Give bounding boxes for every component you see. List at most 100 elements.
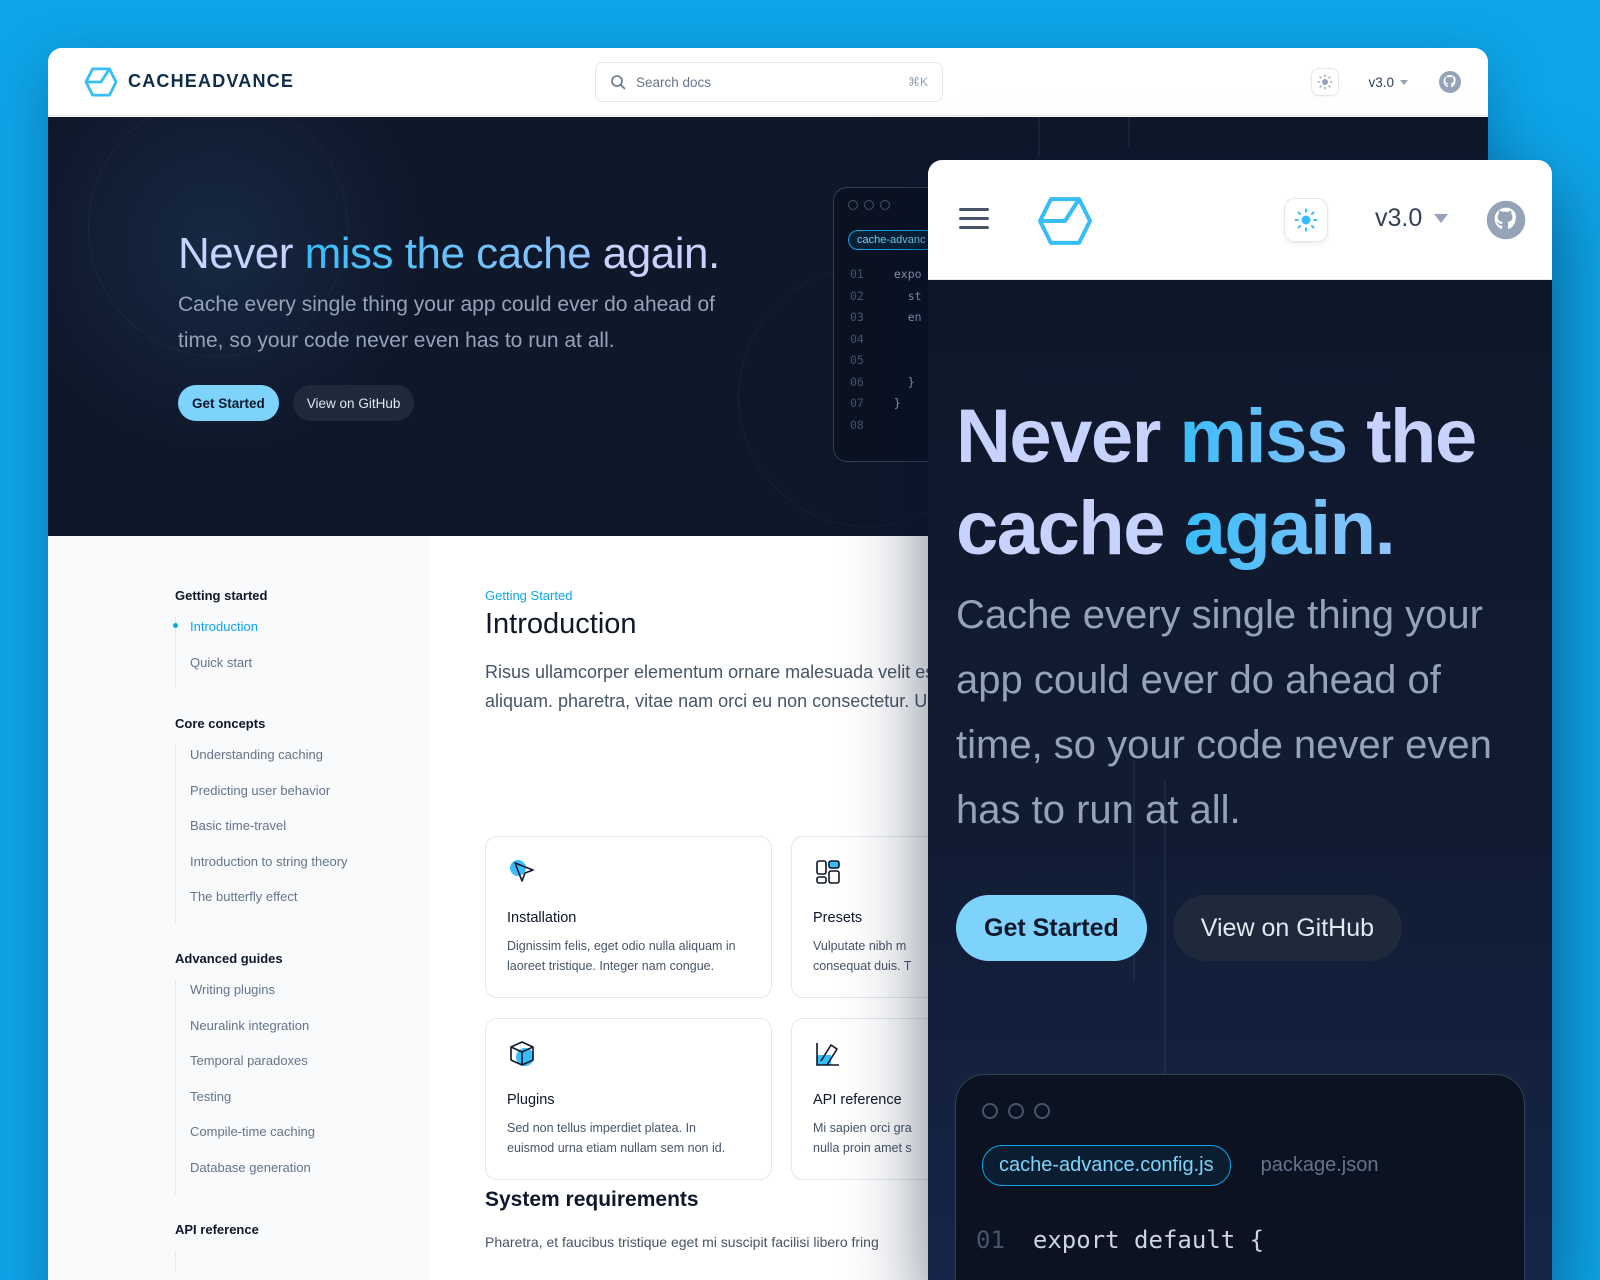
line-number: 03 bbox=[850, 310, 864, 324]
card-title: Plugins bbox=[507, 1092, 555, 1108]
nav-list: Introduction Quick start bbox=[172, 617, 267, 689]
sidebar-item[interactable]: Understanding caching bbox=[176, 745, 348, 781]
nav-section-title: Core concepts bbox=[175, 716, 266, 731]
window-dots bbox=[956, 1075, 1524, 1119]
code-tab-config[interactable]: cache-advanc bbox=[848, 230, 935, 250]
sidebar-item[interactable]: Testing bbox=[176, 1087, 315, 1123]
sidebar-item[interactable]: Database generation bbox=[176, 1158, 315, 1194]
hero-title-part: cache bbox=[956, 486, 1184, 571]
get-started-button[interactable]: Get Started bbox=[178, 385, 279, 421]
code-text: st bbox=[893, 288, 922, 303]
sidebar-item[interactable]: The butterfly effect bbox=[176, 887, 348, 923]
hexagon-logo-icon bbox=[84, 66, 118, 97]
version-label: v3.0 bbox=[1375, 204, 1423, 232]
sidebar-item[interactable]: Quick start bbox=[176, 653, 267, 689]
view-on-github-button[interactable]: View on GitHub bbox=[292, 385, 415, 421]
sidebar-item[interactable]: Basic time-travel bbox=[176, 816, 348, 852]
card-desc-line: Dignissim felis, eget odio nulla aliquam… bbox=[507, 939, 736, 953]
card-desc: Sed non tellus imperdiet platea. In euism… bbox=[507, 1118, 750, 1158]
layout-presets-icon bbox=[816, 860, 840, 884]
line-number: 01 bbox=[850, 267, 864, 281]
get-started-button[interactable]: Get Started bbox=[956, 895, 1147, 961]
hamburger-menu-icon[interactable] bbox=[959, 208, 989, 230]
nav-section: Core concepts Understanding caching Predic… bbox=[175, 716, 348, 923]
nav-section: Advanced guides Writing plugins Neuralink … bbox=[175, 951, 315, 1194]
code-text: expo bbox=[893, 267, 922, 281]
hexagon-logo-icon[interactable] bbox=[1036, 196, 1094, 246]
hero-title-part: Never bbox=[178, 229, 305, 278]
hero-title-part: the bbox=[1366, 394, 1477, 479]
version-label: v3.0 bbox=[1368, 74, 1394, 90]
line-number: 08 bbox=[850, 417, 864, 432]
card-title: Installation bbox=[507, 910, 577, 926]
nav-list bbox=[175, 1251, 259, 1271]
nav-section-title: API reference bbox=[175, 1222, 259, 1237]
card-desc-line: euismod urna etiam nullam sem non id. bbox=[507, 1141, 726, 1155]
version-select[interactable]: v3.0 bbox=[1375, 204, 1449, 233]
view-on-github-button[interactable]: View on GitHub bbox=[1172, 895, 1403, 961]
code-tab-config[interactable]: cache-advance.config.js bbox=[982, 1145, 1231, 1186]
nav-section: Getting started Introduction Quick start bbox=[172, 588, 268, 689]
sidebar-item[interactable]: Predicting user behavior bbox=[176, 781, 348, 817]
card-installation[interactable]: Installation Dignissim felis, eget odio … bbox=[485, 836, 772, 998]
card-desc-line: laoreet tristique. Integer nam congue. bbox=[507, 959, 715, 973]
mobile-code-preview: cache-advance.config.js package.json 01 … bbox=[955, 1074, 1525, 1280]
line-number: 04 bbox=[850, 331, 864, 346]
sidebar-item[interactable]: Temporal paradoxes bbox=[176, 1051, 315, 1087]
sidebar-item[interactable]: Introduction to string theory bbox=[176, 852, 348, 888]
nav-section: API reference bbox=[175, 1222, 259, 1271]
chevron-down-icon bbox=[1434, 214, 1449, 223]
hero-title-highlight: miss the cache bbox=[304, 229, 592, 278]
chevron-down-icon bbox=[1400, 79, 1408, 85]
section-eyebrow: Getting Started bbox=[485, 588, 573, 603]
code-tab-package[interactable]: package.json bbox=[1261, 1154, 1379, 1177]
code-text: en bbox=[893, 310, 922, 324]
line-number: 07 bbox=[850, 396, 864, 410]
github-icon[interactable] bbox=[1485, 199, 1527, 241]
sidebar-item[interactable]: Introduction bbox=[172, 617, 267, 653]
hero-subtitle: Cache every single thing your app could … bbox=[178, 293, 716, 352]
top-navbar: CACHEADVANCE Search docs ⌘K v3.0 bbox=[48, 48, 1488, 116]
hero-title-part: again. bbox=[591, 229, 720, 278]
search-placeholder: Search docs bbox=[636, 74, 712, 90]
sidebar-item[interactable]: Writing plugins bbox=[176, 980, 315, 1016]
theme-toggle-button[interactable] bbox=[1285, 199, 1327, 241]
hero-title-highlight: miss bbox=[1179, 394, 1367, 479]
theme-toggle-button[interactable] bbox=[1312, 69, 1338, 95]
sidebar-nav: Getting started Introduction Quick start Co… bbox=[48, 536, 429, 1280]
search-icon bbox=[611, 75, 626, 90]
line-number: 01 bbox=[976, 1226, 1005, 1254]
package-box-icon bbox=[510, 1041, 534, 1066]
github-icon[interactable] bbox=[1438, 70, 1462, 94]
sidebar-item[interactable]: Neuralink integration bbox=[176, 1016, 315, 1052]
search-input[interactable]: Search docs ⌘K bbox=[595, 62, 943, 102]
mobile-hero: Never miss the cache again. Cache every … bbox=[928, 281, 1552, 1280]
code-text: } bbox=[893, 396, 901, 410]
api-reference-icon bbox=[816, 1043, 839, 1066]
version-select[interactable]: v3.0 bbox=[1368, 75, 1408, 90]
nav-section-title: Getting started bbox=[175, 588, 268, 603]
line-number: 02 bbox=[850, 288, 864, 303]
nav-section-title: Advanced guides bbox=[175, 951, 283, 966]
hero-title-part: Never bbox=[956, 394, 1180, 479]
card-desc: Dignissim felis, eget odio nulla aliquam… bbox=[507, 936, 750, 976]
card-desc-line: Sed non tellus imperdiet platea. In bbox=[507, 1121, 697, 1135]
page-title: Introduction bbox=[485, 608, 637, 640]
line-number: 06 bbox=[850, 374, 864, 389]
search-shortcut: ⌘K bbox=[907, 75, 928, 89]
mobile-hero-title: Never miss the cache again. bbox=[956, 391, 1536, 575]
mobile-hero-subtitle: Cache every single thing your app could … bbox=[956, 593, 1492, 832]
cursor-arrow-icon bbox=[510, 860, 534, 882]
brand-logo[interactable]: CACHEADVANCE bbox=[84, 66, 295, 97]
code-text: } bbox=[893, 374, 915, 389]
nav-list: Understanding caching Predicting user beh… bbox=[175, 745, 348, 923]
hero-title: Never miss the cache again. bbox=[178, 229, 720, 279]
code-text: export default { bbox=[1032, 1226, 1265, 1254]
line-number: 05 bbox=[850, 353, 864, 367]
sun-icon bbox=[1294, 208, 1318, 232]
brand-name: CACHEADVANCE bbox=[128, 71, 295, 91]
sidebar-item[interactable]: Compile-time caching bbox=[176, 1122, 315, 1158]
card-plugins[interactable]: Plugins Sed non tellus imperdiet platea.… bbox=[485, 1018, 772, 1180]
